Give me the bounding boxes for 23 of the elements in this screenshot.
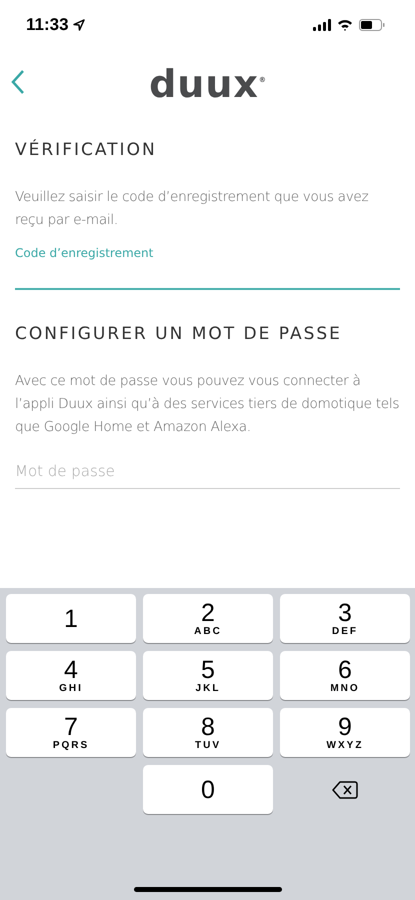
keypad-key[interactable]: 4 GHI bbox=[6, 651, 136, 700]
keypad-key[interactable]: 7 PQRS bbox=[6, 708, 136, 757]
keypad-key[interactable]: 1 bbox=[6, 594, 136, 643]
keypad-key[interactable]: 9 WXYZ bbox=[280, 708, 410, 757]
keypad-key[interactable]: 0 bbox=[143, 765, 273, 814]
section-heading: VÉRIFICATION bbox=[15, 140, 158, 160]
keypad-key[interactable]: 5 JKL bbox=[143, 651, 273, 700]
instruction-text: Avec ce mot de passe vous pouvez vous connecter à l’appli Duux ainsi qu’à des services tiers de domotique tels que Google Home et Amazon Alexa. bbox=[15, 372, 400, 437]
clock-time: 11:33 bbox=[26, 15, 69, 35]
wifi-icon bbox=[337, 19, 353, 31]
section-heading: CONFIGURER UN MOT DE PASSE bbox=[15, 324, 343, 344]
field-label: Code d’enregistrement bbox=[15, 246, 154, 262]
battery-icon bbox=[359, 19, 385, 31]
location-arrow-icon bbox=[72, 19, 85, 31]
signal-icon bbox=[313, 19, 331, 31]
keypad-key[interactable]: 3 DEF bbox=[280, 594, 410, 643]
backspace-icon bbox=[332, 780, 358, 798]
input-field[interactable]: Mot de passe bbox=[15, 453, 400, 489]
chevron-left-icon bbox=[10, 68, 26, 96]
instruction-text: Veuillez saisir le code d’enregistrement que vous avez reçu par e-mail. bbox=[15, 188, 370, 230]
keypad-key[interactable]: 8 TUV bbox=[143, 708, 273, 757]
keypad-key[interactable]: 2 ABC bbox=[143, 594, 273, 643]
keypad-key[interactable]: 6 MNO bbox=[280, 651, 410, 700]
